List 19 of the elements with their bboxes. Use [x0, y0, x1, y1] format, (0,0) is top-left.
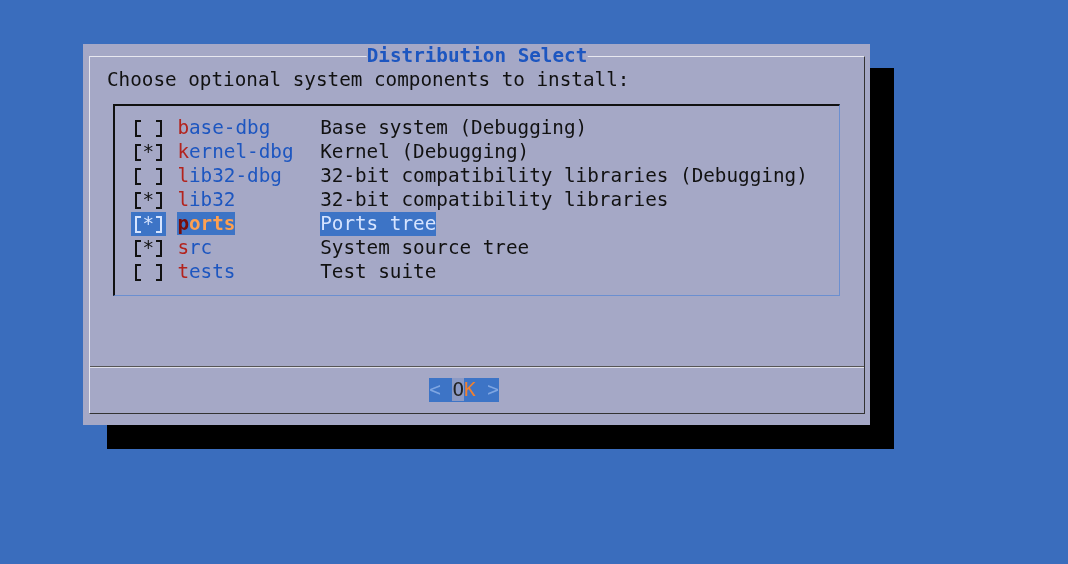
item-description: 32-bit compatibility libraries (Debugging): [320, 164, 808, 188]
ok-button[interactable]: < OK >: [429, 378, 499, 402]
item-name[interactable]: lib32: [177, 188, 236, 211]
item-description: Ports tree: [320, 212, 437, 236]
item-description: Test suite: [320, 260, 437, 284]
item-name[interactable]: ports: [177, 212, 236, 235]
prompt-text: Choose optional system components to install:: [107, 68, 631, 92]
item-description: 32-bit compatibility libraries: [320, 188, 669, 212]
item-name[interactable]: lib32-dbg: [177, 164, 282, 187]
item-name[interactable]: tests: [177, 260, 236, 283]
item-name[interactable]: kernel-dbg: [177, 140, 294, 163]
checkbox[interactable]: *: [131, 212, 166, 236]
item-name[interactable]: base-dbg: [177, 116, 271, 139]
checkbox[interactable]: *: [131, 188, 166, 212]
item-description: System source tree: [320, 236, 530, 260]
item-description: Kernel (Debugging): [320, 140, 530, 164]
checkbox[interactable]: *: [131, 140, 166, 164]
checkbox[interactable]: *: [131, 236, 166, 260]
item-description: Base system (Debugging): [320, 116, 588, 140]
